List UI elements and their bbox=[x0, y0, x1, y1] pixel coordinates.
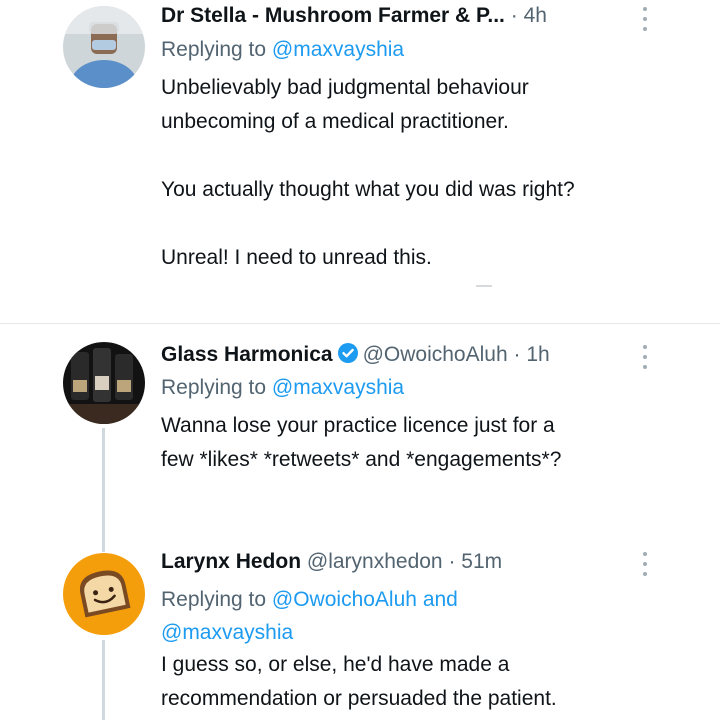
author-handle[interactable]: @OwoichoAluh bbox=[363, 343, 508, 366]
timestamp[interactable]: 51m bbox=[461, 550, 502, 573]
tweet-line: Unbelievably bad judgmental behaviour bbox=[161, 76, 529, 99]
mention-link[interactable]: @maxvayshia bbox=[272, 38, 404, 61]
author-name[interactable]: Dr Stella - Mushroom Farmer & P... bbox=[161, 4, 505, 27]
separator-dot: · bbox=[510, 4, 518, 27]
tweet-line: You actually thought what you did was ri… bbox=[161, 178, 575, 201]
more-options-icon[interactable] bbox=[638, 552, 652, 576]
tweet-line: few *likes* *retweets* and *engagements*… bbox=[161, 448, 562, 471]
timestamp[interactable]: 4h bbox=[524, 4, 547, 27]
author-handle[interactable]: @larynxhedon bbox=[307, 550, 443, 573]
replying-to: Replying to @maxvayshia bbox=[161, 376, 404, 400]
tweet-line: Unreal! I need to unread this. bbox=[161, 246, 432, 269]
more-options-icon[interactable] bbox=[638, 7, 652, 31]
avatar-glass-harmonica[interactable] bbox=[63, 342, 145, 424]
tweet-text: Unbelievably bad judgmental behaviour un… bbox=[161, 71, 681, 275]
author-name[interactable]: Larynx Hedon bbox=[161, 550, 301, 573]
tweet-line: I guess so, or else, he'd have made a bbox=[161, 653, 510, 676]
tweet-line bbox=[161, 139, 681, 173]
mention-link[interactable]: @maxvayshia bbox=[161, 621, 293, 644]
separator-dot: · bbox=[513, 343, 521, 366]
thread-connector bbox=[102, 428, 105, 552]
more-options-icon[interactable] bbox=[638, 345, 652, 369]
replying-to-label: Replying to bbox=[161, 588, 267, 611]
timestamp[interactable]: 1h bbox=[526, 343, 549, 366]
tweet-text: I guess so, or else, he'd have made a re… bbox=[161, 648, 681, 716]
replying-to: Replying to @OwoichoAluh and @maxvayshia bbox=[161, 583, 458, 649]
mention-link[interactable]: @maxvayshia bbox=[272, 376, 404, 399]
faint-mark bbox=[476, 285, 492, 287]
avatar-larynx-hedon[interactable] bbox=[63, 553, 145, 635]
replying-to: Replying to @maxvayshia bbox=[161, 38, 404, 62]
tweet-line: Wanna lose your practice licence just fo… bbox=[161, 414, 555, 437]
avatar-dr-stella[interactable] bbox=[63, 6, 145, 88]
verified-check-icon bbox=[337, 342, 359, 370]
tweet-line: recommendation or persuaded the patient. bbox=[161, 687, 557, 710]
replying-and: and bbox=[422, 588, 458, 611]
author-name[interactable]: Glass Harmonica bbox=[161, 343, 333, 366]
mention-link[interactable]: @OwoichoAluh bbox=[272, 588, 417, 611]
tweet-divider bbox=[0, 323, 720, 324]
tweet-header: Dr Stella - Mushroom Farmer & P... · 4h bbox=[161, 4, 547, 28]
replying-to-label: Replying to bbox=[161, 38, 267, 61]
tweet-line: unbecoming of a medical practitioner. bbox=[161, 110, 509, 133]
tweet-header: Larynx Hedon @larynxhedon · 51m bbox=[161, 550, 502, 574]
separator-dot: · bbox=[448, 550, 456, 573]
thread-connector bbox=[102, 640, 105, 720]
tweet-line bbox=[161, 207, 681, 241]
tweet-header: Glass Harmonica @OwoichoAluh · 1h bbox=[161, 342, 550, 370]
tweet-text: Wanna lose your practice licence just fo… bbox=[161, 409, 681, 477]
replying-to-label: Replying to bbox=[161, 376, 267, 399]
